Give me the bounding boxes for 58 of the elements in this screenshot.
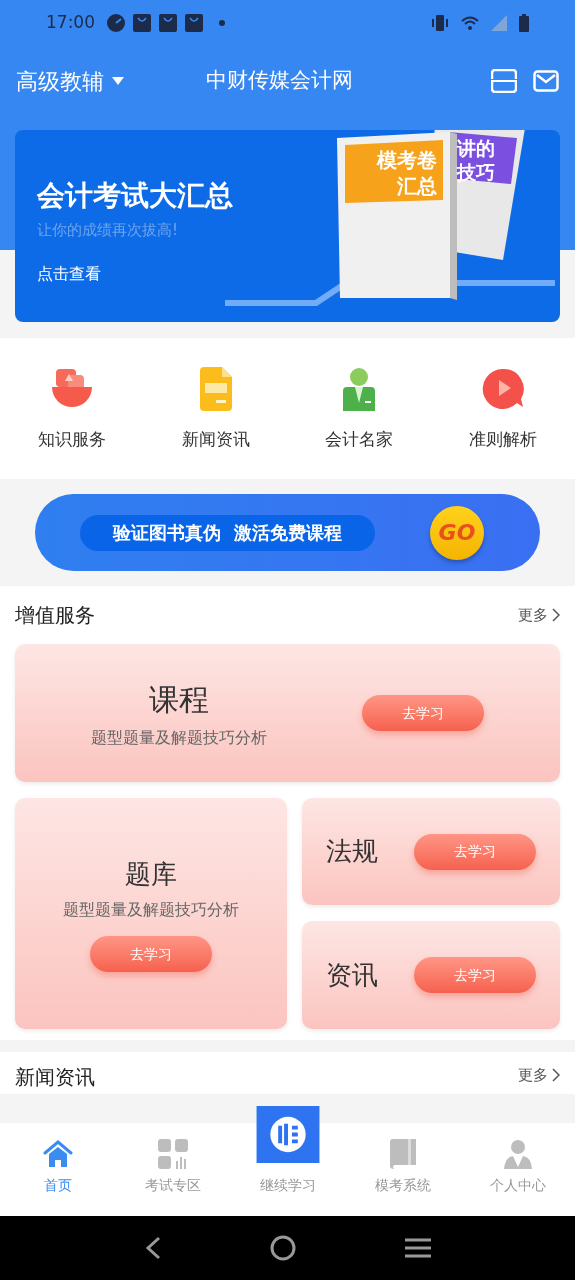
more-link[interactable]: 更多 xyxy=(518,603,560,627)
course-card[interactable]: 课程 题型题量及解题技巧分析 去学习 xyxy=(15,644,560,782)
book-label: 技巧 xyxy=(457,160,495,184)
tab-item[interactable]: 个人中心 xyxy=(460,1123,575,1216)
promo-text: 验证图书真伪 激活免费课程 xyxy=(80,514,375,551)
book-label: 模考卷 xyxy=(377,147,437,173)
signal-icon xyxy=(491,14,507,31)
shortcut-item[interactable]: 会计名家 xyxy=(287,364,432,453)
tab-item[interactable]: 首页 xyxy=(0,1123,115,1216)
banner-link[interactable]: 点击查看 xyxy=(37,261,233,286)
book-icon xyxy=(389,1139,416,1169)
more-link[interactable]: 更多 xyxy=(518,1063,560,1086)
tab-item[interactable]: 考试专区 xyxy=(115,1123,230,1216)
scan-icon[interactable] xyxy=(491,69,517,93)
bag-icon xyxy=(159,13,177,32)
dot-icon xyxy=(219,19,225,26)
shortcut-item[interactable]: 知识服务 xyxy=(0,364,144,453)
dashboard-icon xyxy=(157,1139,188,1169)
app-title: 中财传媒会计网 xyxy=(206,67,353,95)
tab-item[interactable]: 继续学习 xyxy=(230,1106,345,1216)
home-icon xyxy=(42,1139,73,1169)
card-title: 资讯 xyxy=(326,958,378,992)
book-label: 汇总 xyxy=(397,173,437,199)
play-icon xyxy=(481,366,526,411)
bag-icon xyxy=(133,13,151,32)
battery-icon xyxy=(519,13,529,32)
book-label: 讲的 xyxy=(457,136,495,160)
level-dropdown[interactable]: 高级教辅 xyxy=(16,64,124,98)
card-title: 题库 xyxy=(125,858,177,891)
card-title: 课程 xyxy=(149,680,209,719)
person-icon xyxy=(502,1139,533,1169)
section-title: 增值服务 xyxy=(15,602,95,629)
question-bank-card[interactable]: 题库 题型题量及解题技巧分析 去学习 xyxy=(15,798,287,1029)
category-card[interactable]: 资讯 去学习 xyxy=(302,921,560,1029)
card-title: 法规 xyxy=(326,835,378,868)
tab-item[interactable]: 模考系统 xyxy=(345,1123,460,1216)
mail-icon[interactable] xyxy=(533,70,559,92)
wifi-icon xyxy=(461,15,479,30)
back-icon[interactable] xyxy=(144,1236,161,1260)
person-icon xyxy=(341,366,378,411)
shortcut-item[interactable]: 新闻资讯 xyxy=(143,364,288,453)
caret-icon xyxy=(112,77,124,85)
promo-banner[interactable]: 验证图书真伪 激活免费课程 GO xyxy=(35,494,540,571)
menu-icon[interactable] xyxy=(404,1238,431,1258)
bag-icon xyxy=(185,13,203,32)
chevron-icon xyxy=(552,1067,560,1082)
section-title: 新闻资讯 xyxy=(15,1064,95,1091)
home-icon[interactable] xyxy=(269,1235,296,1261)
shortcut-item[interactable]: 准则解析 xyxy=(431,364,575,453)
gauge-icon xyxy=(107,13,125,32)
category-card[interactable]: 法规 去学习 xyxy=(302,798,560,905)
card-subtitle: 题型题量及解题技巧分析 xyxy=(63,899,239,921)
banner-title: 会计考试大汇总 xyxy=(37,178,233,214)
card-subtitle: 题型题量及解题技巧分析 xyxy=(91,726,267,749)
chevron-icon xyxy=(552,608,560,622)
status-time: 17:00 xyxy=(46,10,95,34)
banner-subtitle: 让你的成绩再次拔高! xyxy=(37,220,179,241)
vibrate-icon xyxy=(431,14,449,31)
